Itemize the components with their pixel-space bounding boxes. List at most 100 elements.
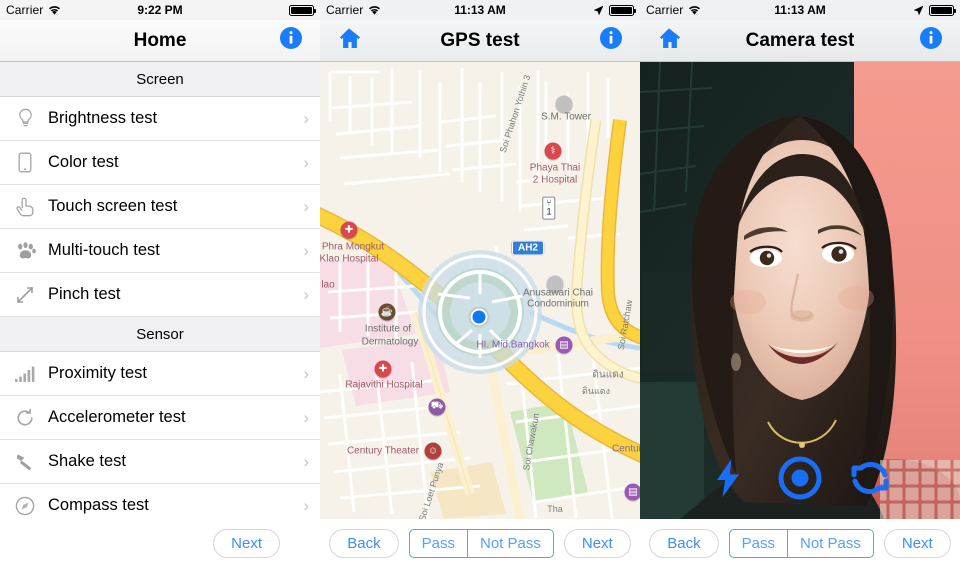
pass-segmented-control[interactable]: Pass Not Pass: [728, 528, 874, 559]
flash-toggle[interactable]: [706, 458, 750, 502]
nav-bar-camera: Camera test: [640, 20, 960, 62]
chevron-right-icon: ›: [303, 284, 309, 304]
shutter-icon: [778, 456, 822, 505]
hotel-poi-2[interactable]: ▤: [624, 483, 640, 501]
pass-segmented-control[interactable]: Pass Not Pass: [408, 528, 554, 559]
not-pass-button[interactable]: Not Pass: [467, 529, 553, 558]
chevron-right-icon: ›: [303, 451, 309, 471]
route-marker: ⑂ 1: [542, 196, 556, 220]
compass-icon: [10, 494, 40, 518]
tower-poi[interactable]: [555, 95, 573, 113]
list-item-color-test[interactable]: Color test ›: [0, 141, 320, 185]
back-button[interactable]: Back: [649, 528, 719, 559]
wifi-icon: [688, 5, 701, 16]
list-item-compass-test[interactable]: Compass test ›: [0, 484, 320, 519]
home-button[interactable]: [654, 26, 684, 56]
page-title: GPS test: [440, 29, 520, 51]
toolbar-group-home: Next: [0, 519, 320, 568]
condo-poi[interactable]: [546, 275, 564, 293]
list-item-label: Pinch test: [48, 285, 121, 303]
list-item-label: Multi-touch test: [48, 241, 160, 259]
wifi-icon: [368, 5, 381, 16]
chevron-right-icon: ›: [303, 240, 309, 260]
home-icon: [337, 27, 361, 54]
user-location-dot: [470, 308, 488, 326]
location-arrow-icon: [593, 5, 604, 16]
switch-camera-icon: [849, 459, 891, 502]
status-right: [913, 4, 956, 16]
next-button[interactable]: Next: [883, 528, 951, 559]
status-bar-home: Carrier 9:22 PM: [0, 0, 320, 20]
bottom-toolbar: Next Back Pass Not Pass Next Back Pass N…: [0, 519, 960, 568]
carrier-label: Carrier: [646, 3, 684, 17]
route-shield-ah2: AH2: [511, 240, 545, 256]
rotate-icon: [10, 406, 40, 430]
status-left: Carrier: [326, 3, 381, 17]
list-item-proximity-test[interactable]: Proximity test ›: [0, 352, 320, 396]
nav-bar-home: Home: [0, 20, 320, 62]
status-right: [289, 4, 316, 16]
theater-poi[interactable]: ☺: [424, 442, 442, 460]
list-item-label: Touch screen test: [48, 197, 178, 215]
panel-gps: Carrier 11:13 AM GPS test AH2 ⑂ 1 ⚕ ✚ ☕ …: [320, 0, 640, 519]
battery-icon: [929, 4, 956, 16]
list-item-pinch-test[interactable]: Pinch test ›: [0, 273, 320, 317]
list-item-label: Accelerometer test: [48, 408, 186, 426]
shutter-button[interactable]: [778, 456, 822, 505]
list-item-shake-test[interactable]: Shake test ›: [0, 440, 320, 484]
section-header-sensor: Sensor: [0, 317, 320, 352]
map-view[interactable]: AH2 ⑂ 1 ⚕ ✚ ☕ ▤ ✚ ⛟ ☺ ▤ S.M. Tower Phaya…: [320, 62, 640, 519]
list-item-multi-touch-test[interactable]: Multi-touch test ›: [0, 229, 320, 273]
list-item-label: Shake test: [48, 452, 126, 470]
chevron-right-icon: ›: [303, 363, 309, 383]
list-item-label: Proximity test: [48, 364, 148, 382]
list-item-brightness-test[interactable]: Brightness test ›: [0, 97, 320, 141]
hand-pointer-icon: [10, 195, 40, 219]
battery-icon: [289, 4, 316, 16]
not-pass-button[interactable]: Not Pass: [787, 529, 873, 558]
panel-home: Carrier 9:22 PM Home Screen Brightness t…: [0, 0, 320, 519]
train-poi[interactable]: ⛟: [428, 398, 446, 416]
pass-button[interactable]: Pass: [410, 530, 467, 557]
next-button[interactable]: Next: [563, 528, 631, 559]
toolbar-group-camera: Back Pass Not Pass Next: [640, 519, 960, 568]
map-canvas: [320, 62, 640, 519]
info-icon: [599, 26, 623, 55]
pass-button[interactable]: Pass: [730, 530, 787, 557]
list-item-accelerometer-test[interactable]: Accelerometer test ›: [0, 396, 320, 440]
home-button[interactable]: [334, 26, 364, 56]
status-bar-camera: Carrier 11:13 AM: [640, 0, 960, 20]
test-list[interactable]: Screen Brightness test › Color test › To…: [0, 62, 320, 519]
lightbulb-icon: [10, 107, 40, 131]
back-button[interactable]: Back: [329, 528, 399, 559]
home-icon: [657, 27, 681, 54]
switch-camera-button[interactable]: [848, 458, 892, 502]
hammer-icon: [10, 450, 40, 474]
section-header-screen: Screen: [0, 62, 320, 97]
status-left: Carrier: [6, 3, 61, 17]
info-button[interactable]: [596, 26, 626, 56]
hospital-poi-phaya-thai[interactable]: ⚕: [544, 142, 562, 160]
camera-preview[interactable]: [640, 62, 960, 519]
hospital-poi-rajavithi[interactable]: ✚: [374, 360, 392, 378]
panel-camera: Carrier 11:13 AM Camera test: [640, 0, 960, 519]
next-button[interactable]: Next: [213, 528, 280, 559]
list-item-label: Color test: [48, 153, 119, 171]
institute-poi[interactable]: ☕: [378, 303, 396, 321]
info-button[interactable]: [276, 26, 306, 56]
info-button[interactable]: [916, 26, 946, 56]
chevron-right-icon: ›: [303, 495, 309, 515]
phone-screens-row: Carrier 9:22 PM Home Screen Brightness t…: [0, 0, 960, 519]
list-item-touch-screen-test[interactable]: Touch screen test ›: [0, 185, 320, 229]
hotel-poi[interactable]: ▤: [555, 336, 573, 354]
flash-icon: [714, 458, 742, 502]
carrier-label: Carrier: [6, 3, 44, 17]
location-arrow-icon: [913, 5, 924, 16]
battery-icon: [609, 4, 636, 16]
wifi-icon: [48, 5, 61, 16]
list-item-label: Brightness test: [48, 109, 158, 127]
status-bar-gps: Carrier 11:13 AM: [320, 0, 640, 20]
chevron-right-icon: ›: [303, 196, 309, 216]
chevron-right-icon: ›: [303, 108, 309, 128]
hospital-poi-phra-mongkut[interactable]: ✚: [340, 221, 358, 239]
